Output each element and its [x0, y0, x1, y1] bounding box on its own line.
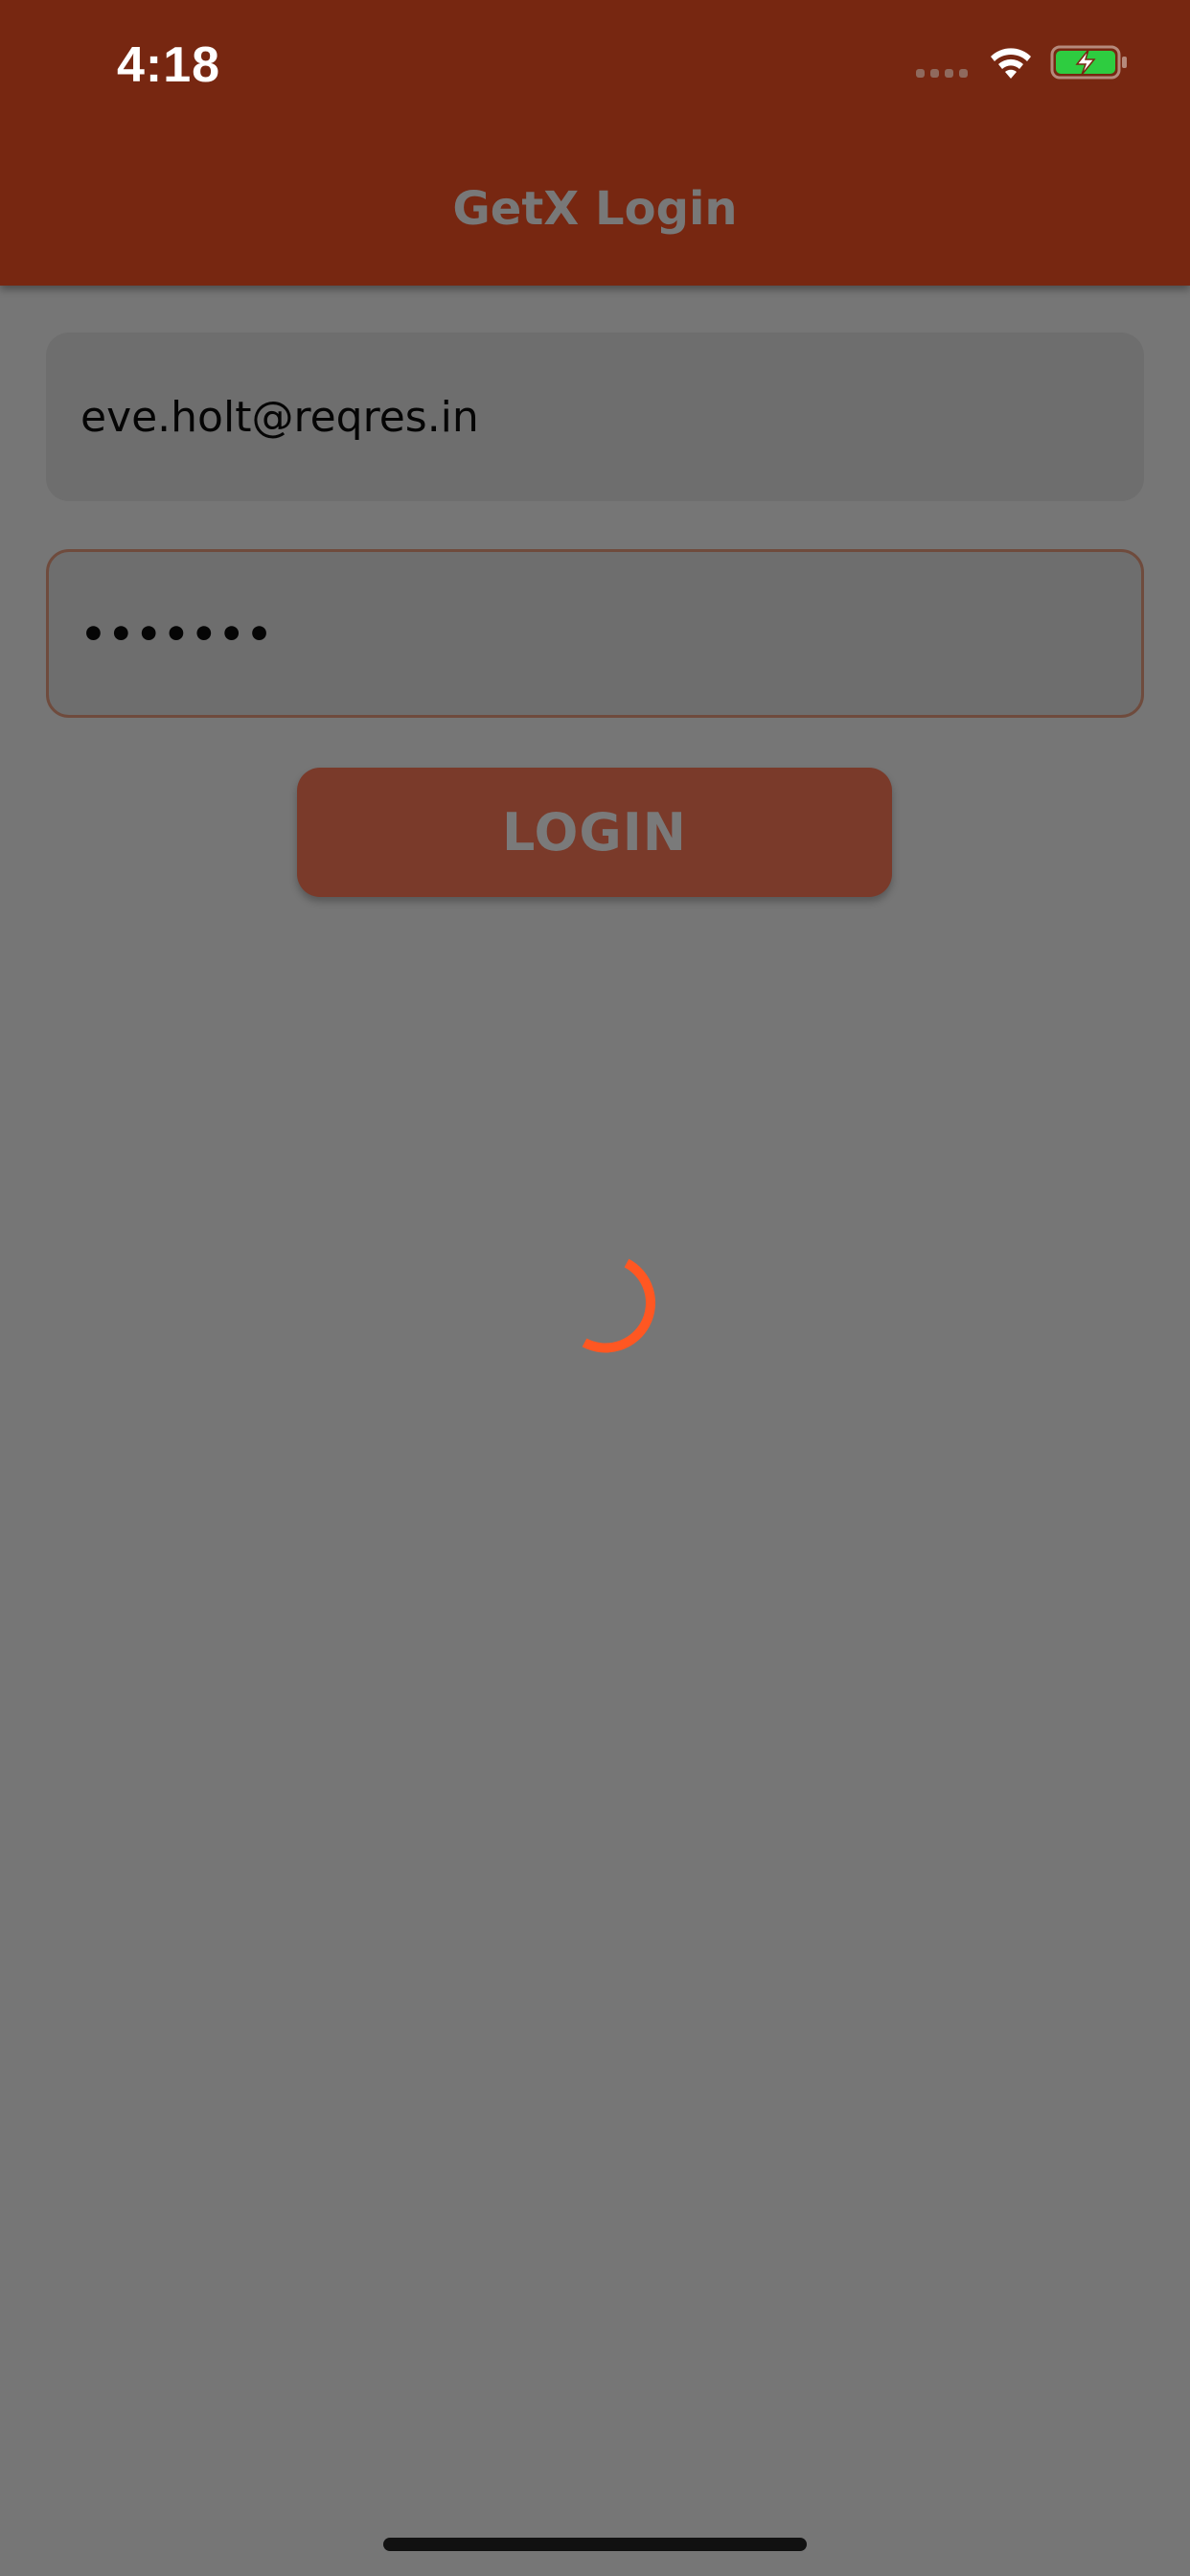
login-button[interactable]: LOGIN: [297, 768, 892, 897]
battery-charging-icon: [1050, 45, 1127, 80]
login-button-label: LOGIN: [502, 802, 687, 862]
password-value: •••••••: [80, 610, 274, 657]
wifi-icon: [991, 48, 1031, 79]
page-title: GetX Login: [452, 182, 738, 236]
loading-spinner-icon: [582, 1258, 655, 1353]
email-field[interactable]: eve.holt@reqres.in: [46, 333, 1144, 501]
app-bar: 4:18 GetX Login: [0, 0, 1190, 286]
email-value: eve.holt@reqres.in: [80, 392, 479, 442]
cellular-signal-icon: [916, 69, 968, 78]
home-indicator: [383, 2538, 807, 2551]
password-field[interactable]: •••••••: [46, 549, 1144, 718]
status-time: 4:18: [117, 37, 221, 93]
